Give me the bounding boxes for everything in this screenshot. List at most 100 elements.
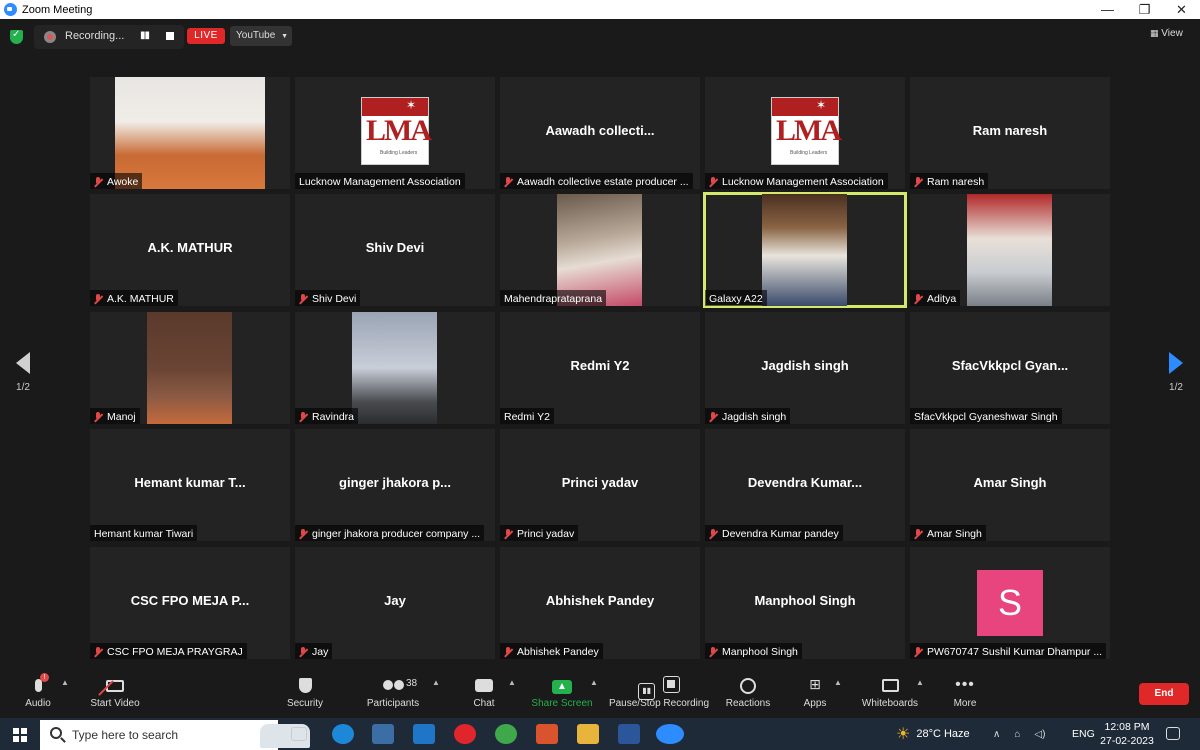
participant-video-feed [147,312,232,424]
edge-browser-icon[interactable] [332,724,354,744]
participant-tile[interactable]: ✶ LMA Building Leaders Lucknow Management A… [295,77,495,189]
share-options-caret-icon[interactable]: ▲ [590,678,598,687]
zoom-taskbar-icon[interactable] [656,724,684,744]
share-screen-button[interactable]: ▲ Share Screen [530,676,594,716]
audio-warning-badge: ! [40,673,49,682]
participant-tile[interactable]: Redmi Y2 Redmi Y2 [500,312,700,424]
pause-stop-recording-button[interactable]: ▮▮ Pause/Stop Recording [608,676,710,716]
participant-tile[interactable]: Jagdish singh Jagdish singh [705,312,905,424]
live-badge[interactable]: LIVE [187,28,225,44]
audio-button[interactable]: ! Audio [20,673,56,716]
encryption-shield-icon[interactable] [10,29,23,44]
mic-muted-icon [299,411,308,423]
participant-name: Aawadh collective estate producer ... [517,176,689,188]
store-icon[interactable] [372,724,394,744]
pause-recording-icon[interactable]: ▮▮ [140,30,150,41]
microphone-muted-icon: ! [20,673,56,698]
apps-button[interactable]: ⊞ Apps [800,676,830,716]
windows-taskbar: Type here to search ☀ 28°C Haze ∧ ⌂ ◁) E… [0,718,1200,750]
participant-tile[interactable]: Shiv Devi Shiv Devi [295,194,495,306]
participant-tile[interactable]: CSC FPO MEJA P... CSC FPO MEJA PRAYGRAJ [90,547,290,659]
restore-button[interactable]: ❐ [1126,2,1163,18]
taskbar-clock[interactable]: 12:08 PM 27-02-2023 [1097,720,1157,748]
participant-tile[interactable]: S PW670747 Sushil Kumar Dhampur ... [910,547,1110,659]
close-button[interactable]: ✕ [1163,2,1200,18]
participant-tile[interactable]: Manphool Singh Manphool Singh [705,547,905,659]
participant-tile[interactable]: Aditya [910,194,1110,306]
audio-options-caret-icon[interactable]: ▲ [61,678,69,687]
chat-button[interactable]: Chat [468,676,500,716]
start-video-button[interactable]: Start Video [88,676,142,716]
mic-muted-icon [504,646,513,658]
mic-muted-icon [709,411,718,423]
minimize-button[interactable]: — [1089,2,1126,17]
participant-name: Jay [312,646,329,658]
chevron-up-icon: ∧ [993,728,1001,740]
participant-name-tag: Jagdish singh [705,408,791,424]
whiteboards-button[interactable]: Whiteboards [858,676,922,716]
participants-options-caret-icon[interactable]: ▲ [432,678,440,687]
weather-sun-icon: ☀ [896,726,911,743]
participant-tile[interactable]: Amar Singh Amar Singh [910,429,1110,541]
security-button[interactable]: Security [284,676,326,716]
recording-label: Recording... [65,30,125,42]
participant-tile[interactable]: Manoj [90,312,290,424]
participant-tile[interactable]: Ram naresh Ram naresh [910,77,1110,189]
participant-tile[interactable]: A.K. MATHUR A.K. MATHUR [90,194,290,306]
weather-widget[interactable]: ☀ 28°C Haze [896,718,970,750]
notification-center-icon[interactable] [1166,727,1180,740]
share-screen-icon: ▲ [530,676,594,698]
apps-options-caret-icon[interactable]: ▲ [834,678,842,687]
participant-tile[interactable]: SfacVkkpcl Gyan... SfacVkkpcl Gyaneshwar … [910,312,1110,424]
participant-tile[interactable]: Princi yadav Princi yadav [500,429,700,541]
participant-display-name: A.K. MATHUR [147,240,233,255]
chat-bubble-icon [468,676,500,698]
participant-tile[interactable]: ✶ LMA Building Leaders Lucknow Management A… [705,77,905,189]
participant-tile[interactable]: Galaxy A22 [703,192,907,308]
search-icon [50,727,62,739]
chat-options-caret-icon[interactable]: ▲ [508,678,516,687]
whiteboards-options-caret-icon[interactable]: ▲ [916,678,924,687]
view-button[interactable]: ▦ View [1150,28,1183,39]
participants-count: 38 [406,678,418,689]
participant-tile[interactable]: Awoke [90,77,290,189]
mic-muted-icon [94,293,103,305]
file-explorer-icon[interactable] [577,724,599,744]
mic-muted-icon [299,293,308,305]
more-button[interactable]: ••• More [948,676,982,716]
pause-stop-icon: ▮▮ [608,676,710,700]
participant-tile[interactable]: Abhishek Pandey Abhishek Pandey [500,547,700,659]
mail-icon[interactable] [413,724,435,744]
participant-tile[interactable]: ginger jhakora p... ginger jhakora produc… [295,429,495,541]
participants-label: Participants [366,698,420,709]
stop-recording-icon[interactable] [166,32,174,40]
participant-name-tag: Galaxy A22 [705,290,767,306]
next-page-button[interactable]: 1/2 [1161,352,1191,393]
participant-name-tag: Ravindra [295,408,359,424]
powerpoint-icon[interactable] [536,724,558,744]
participant-name: SfacVkkpcl Gyaneshwar Singh [914,411,1058,423]
participant-tile[interactable]: Ravindra [295,312,495,424]
mic-muted-icon [94,176,103,188]
word-icon[interactable] [618,724,640,744]
participant-tile[interactable]: Mahendraprataprana [500,194,700,306]
mic-muted-icon [299,528,308,540]
language-indicator[interactable]: ENG [1072,718,1095,750]
reactions-button[interactable]: Reactions [724,676,772,716]
windows-start-icon[interactable] [13,728,27,742]
participants-button[interactable]: 38 Participants [364,676,422,716]
participant-tile[interactable]: Jay Jay [295,547,495,659]
participant-name: Lucknow Management Association [722,176,884,188]
taskbar-search-box[interactable]: Type here to search [40,720,310,750]
tray-icons[interactable]: ∧ ⌂ ◁) [993,718,1045,750]
participant-name: A.K. MATHUR [107,293,174,305]
previous-page-button[interactable]: 1/2 [8,352,38,393]
participant-tile[interactable]: Devendra Kumar... Devendra Kumar pandey [705,429,905,541]
end-meeting-button[interactable]: End [1139,683,1189,705]
task-view-icon[interactable] [291,727,307,741]
participant-tile[interactable]: Aawadh collecti... Aawadh collective esta… [500,77,700,189]
livestream-target-dropdown[interactable]: YouTube ▼ [230,26,292,46]
chrome-browser-icon[interactable] [495,724,517,744]
participant-tile[interactable]: Hemant kumar T... Hemant kumar Tiwari [90,429,290,541]
opera-browser-icon[interactable] [454,724,476,744]
